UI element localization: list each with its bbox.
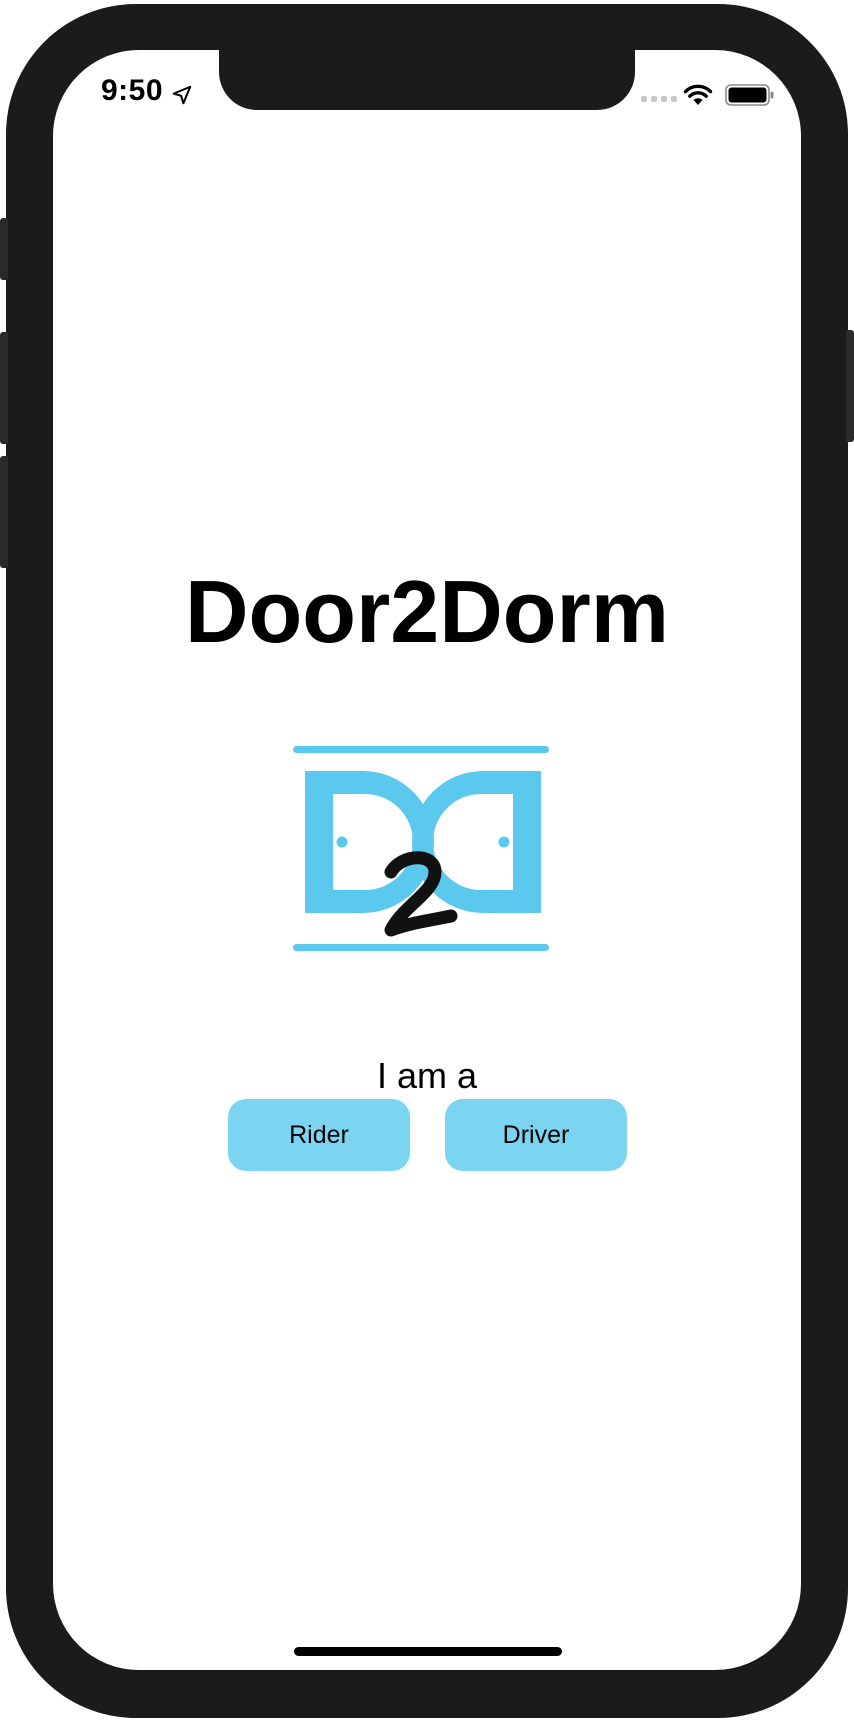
role-prompt: I am a bbox=[376, 1055, 478, 1096]
screen: 9:50 Door2Dorm I am a Rider Driver bbox=[53, 50, 801, 1670]
wifi-icon bbox=[683, 84, 713, 105]
home-indicator[interactable] bbox=[294, 1647, 562, 1656]
power-button bbox=[846, 330, 854, 442]
app-title: Door2Dorm bbox=[184, 562, 670, 661]
mute-switch bbox=[0, 218, 8, 280]
volume-down-button bbox=[0, 456, 8, 568]
status-time: 9:50 bbox=[101, 74, 164, 107]
location-arrow-icon bbox=[172, 85, 192, 105]
d2d-logo-icon bbox=[293, 746, 549, 951]
driver-button[interactable]: Driver bbox=[445, 1099, 627, 1171]
notch bbox=[219, 50, 635, 110]
rider-button[interactable]: Rider bbox=[228, 1099, 410, 1171]
stage: 9:50 Door2Dorm I am a Rider Driver bbox=[0, 0, 854, 1722]
battery-icon bbox=[725, 84, 774, 106]
cellular-signal-icon bbox=[641, 96, 677, 102]
volume-up-button bbox=[0, 332, 8, 444]
